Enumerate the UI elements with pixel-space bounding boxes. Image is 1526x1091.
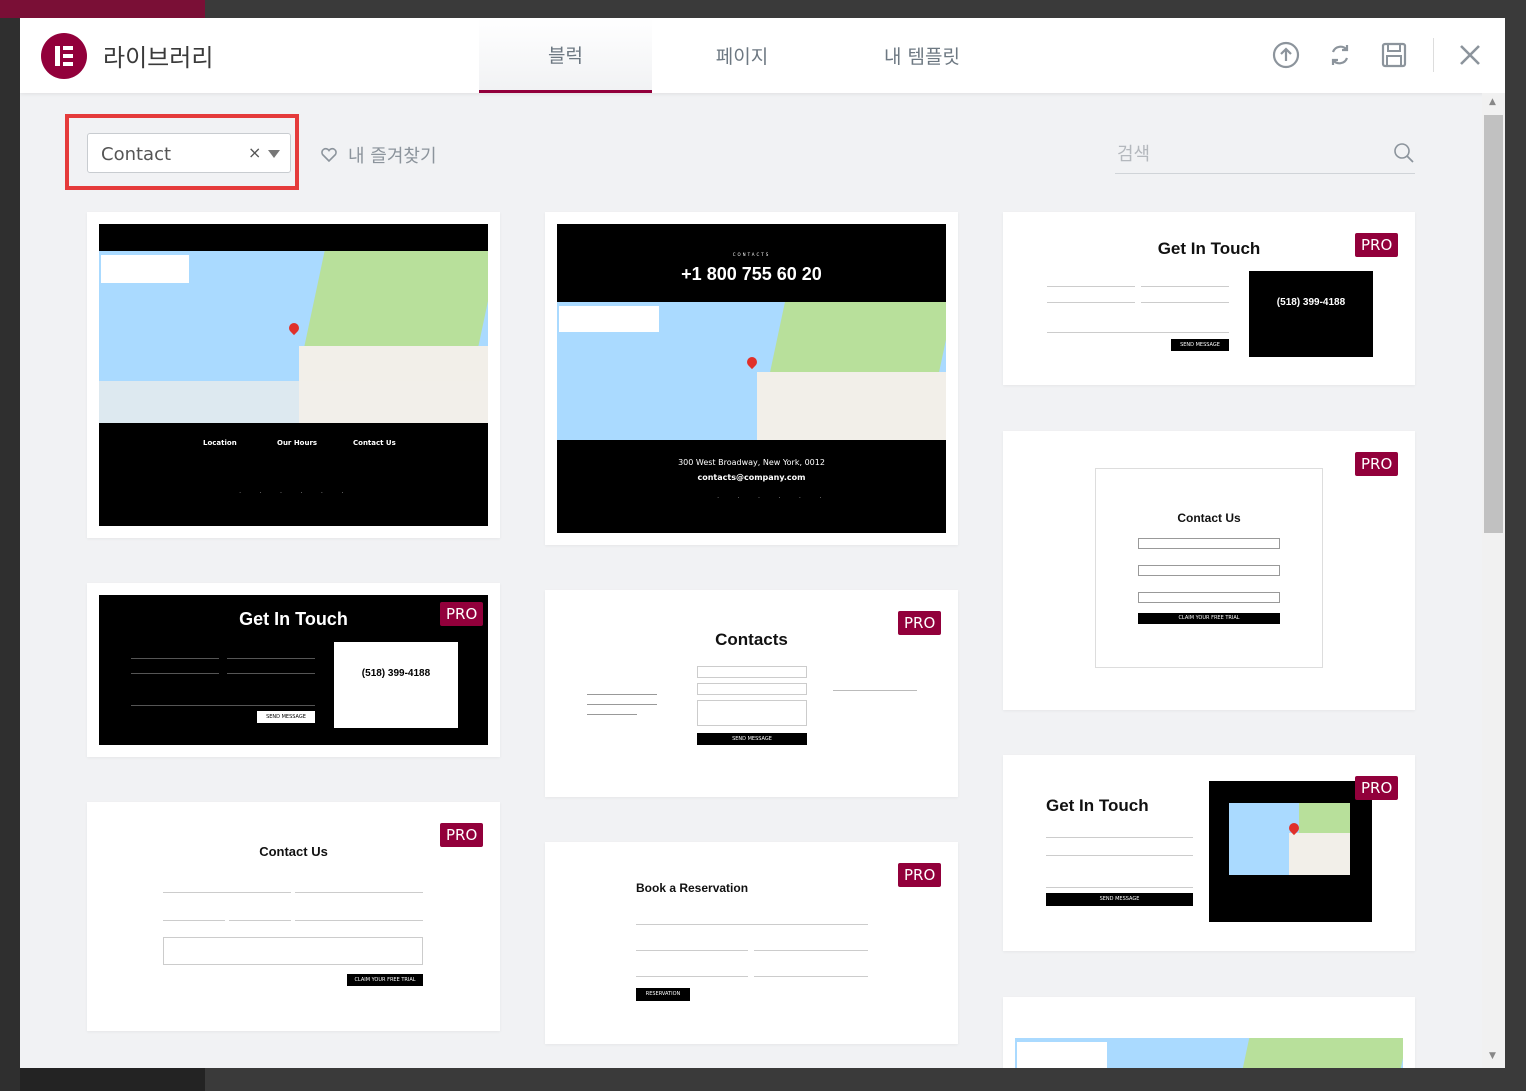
search-icon[interactable] [1393,142,1415,164]
search-field[interactable]: 검색 [1115,134,1415,174]
template-card[interactable]: Get In Touch SEND MESSAGE PRO [1003,755,1415,951]
pro-badge: PRO [1355,452,1399,476]
card-label: Contact Us [353,439,396,447]
template-card[interactable]: Contacts SEND MESSAGE PRO [545,590,958,797]
card-button: CLAIM YOUR FREE TRIAL [1138,613,1280,624]
map-preview [1229,803,1350,875]
scroll-down-icon[interactable]: ▼ [1489,1051,1496,1061]
scrollbar-thumb[interactable] [1484,115,1503,533]
map-preview [99,251,488,423]
card-heading: Get In Touch [1157,239,1261,258]
editor-background-header [0,0,205,18]
template-card[interactable]: Get In Touch SEND MESSAGE (518) 399-4188… [87,583,500,757]
category-select[interactable]: Contact × [87,133,291,173]
library-title: 라이브러리 [103,44,214,72]
card-subheading: CONTACTS [732,252,771,257]
pro-badge: PRO [440,602,484,626]
map-preview [557,302,946,440]
pro-badge: PRO [440,823,484,847]
card-label: Our Hours [277,439,318,447]
favorites-label: 내 즐겨찾기 [348,146,437,167]
pro-badge: PRO [1355,776,1399,800]
chevron-down-icon[interactable] [268,150,280,158]
elementor-logo-icon [41,33,87,79]
card-button: RESERVATION [636,988,690,1001]
card-heading: Book a Reservation [636,881,749,895]
card-heading: Get In Touch [239,609,348,629]
template-thumbnail: Get In Touch SEND MESSAGE (518) 399-4188 [99,595,488,745]
search-input[interactable]: 검색 [1117,140,1150,166]
library-modal: 라이브러리 블럭 페이지 내 템플릿 Contact × 내 즐겨찾기 검색 ▲… [20,18,1505,1068]
card-heading: Contact Us [259,844,328,859]
template-card[interactable]: Book a Reservation RESERVATION PRO [545,842,958,1044]
library-header: 라이브러리 블럭 페이지 내 템플릿 [20,18,1505,93]
tab-my-templates[interactable]: 내 템플릿 [832,18,1012,93]
template-card[interactable]: Contact Us CLAIM YOUR FREE TRIAL PRO [87,802,500,1031]
header-separator [1433,38,1434,72]
tab-pages[interactable]: 페이지 [652,18,832,93]
card-button: SEND MESSAGE [1046,893,1193,906]
card-button: SEND MESSAGE [697,733,807,745]
template-thumbnail: Location Our Hours Contact Us · · · · · … [99,224,488,526]
clear-selection-icon[interactable]: × [248,143,261,162]
close-icon[interactable] [1455,40,1485,70]
card-phone: (518) 399-4188 [1276,297,1346,308]
tab-blocks[interactable]: 블럭 [479,18,652,93]
editor-background-footer [20,1068,205,1091]
template-thumbnail: CONTACTS +1 800 755 60 20 300 West Broad… [557,224,946,533]
card-button: CLAIM YOUR FREE TRIAL [347,974,423,986]
pro-badge: PRO [898,863,942,887]
map-preview [1015,1038,1403,1068]
card-label: Location [203,439,237,447]
category-select-value: Contact [101,144,172,165]
scroll-up-icon[interactable]: ▲ [1489,97,1496,107]
pro-badge: PRO [1355,233,1399,257]
template-card[interactable]: Contact Us CLAIM YOUR FREE TRIAL PRO [1003,431,1415,710]
card-heading: Contacts [715,630,788,649]
template-card[interactable]: Location Our Hours Contact Us · · · · · … [87,212,500,538]
favorites-filter[interactable]: 내 즐겨찾기 [320,142,437,168]
heart-icon [321,147,337,163]
pro-badge: PRO [898,611,942,635]
card-heading: Get In Touch [1046,796,1149,815]
upload-icon[interactable] [1271,40,1301,70]
card-button: SEND MESSAGE [1171,339,1229,351]
template-card[interactable]: Get In Touch SEND MESSAGE (518) 399-4188… [1003,212,1415,385]
scrollbar[interactable]: ▲ ▼ [1482,93,1505,1068]
template-card[interactable]: CONTACTS +1 800 755 60 20 300 West Broad… [545,212,958,545]
card-heading: Contact Us [1177,511,1241,525]
card-button: SEND MESSAGE [257,711,315,723]
sync-icon[interactable] [1325,40,1355,70]
save-icon[interactable] [1379,40,1409,70]
card-phone: (518) 399-4188 [361,668,431,679]
card-address: 300 West Broadway, New York, 0012 [678,458,825,467]
card-email: contacts@company.com [697,473,806,482]
template-card[interactable] [1003,997,1415,1068]
card-heading: +1 800 755 60 20 [681,264,822,284]
